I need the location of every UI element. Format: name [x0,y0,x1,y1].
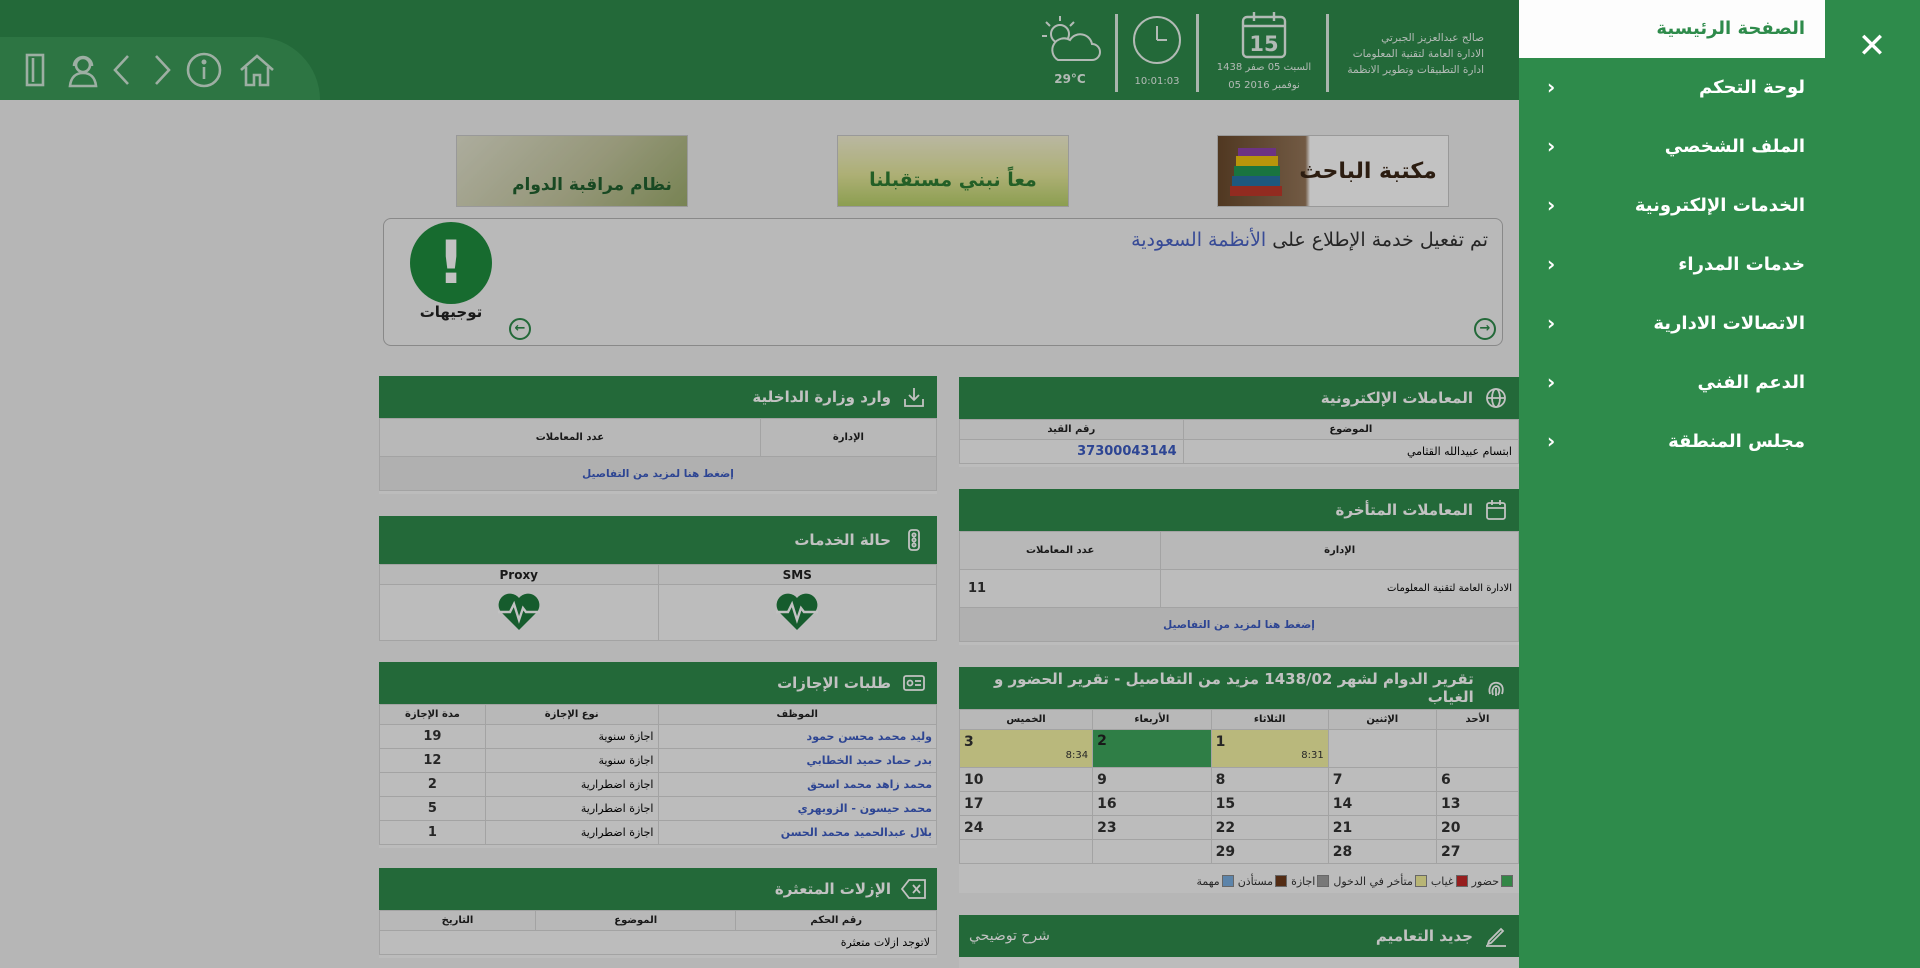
chevron-left-icon: ‹ [1547,75,1556,99]
sidebar-item-label: خدمات المدراء [1678,254,1805,275]
sidebar-item-profile[interactable]: الملف الشخصي ‹ [1519,117,1825,176]
chevron-left-icon: ‹ [1547,134,1556,158]
sidebar-item-label: الخدمات الإلكترونية [1634,195,1805,216]
chevron-left-icon: ‹ [1547,429,1556,453]
chevron-left-icon: ‹ [1547,193,1556,217]
chevron-left-icon: ‹ [1547,252,1556,276]
sidebar-item-label: الاتصالات الادارية [1653,313,1805,334]
sidebar-item-label: الدعم الفني [1697,372,1805,393]
sidebar-item-manager-services[interactable]: خدمات المدراء ‹ [1519,235,1825,294]
chevron-left-icon: ‹ [1547,370,1556,394]
sidebar-item-home[interactable]: الصفحة الرئيسية [1519,0,1825,58]
sidebar-close-strip [1825,0,1920,968]
modal-overlay[interactable] [0,0,1519,968]
close-icon[interactable]: ✕ [1852,26,1892,66]
sidebar-item-label: الملف الشخصي [1664,136,1805,157]
chevron-left-icon: ‹ [1547,311,1556,335]
sidebar-item-tech-support[interactable]: الدعم الفني ‹ [1519,353,1825,412]
sidebar-item-label: مجلس المنطقة [1668,431,1805,452]
side-menu: الصفحة الرئيسية لوحة التحكم ‹ الملف الشخص… [1519,0,1825,968]
sidebar-item-region-council[interactable]: مجلس المنطقة ‹ [1519,412,1825,471]
sidebar-item-admin-comms[interactable]: الاتصالات الادارية ‹ [1519,294,1825,353]
sidebar-item-dashboard[interactable]: لوحة التحكم ‹ [1519,58,1825,117]
sidebar-item-eservices[interactable]: الخدمات الإلكترونية ‹ [1519,176,1825,235]
sidebar-item-label: لوحة التحكم [1698,77,1805,98]
